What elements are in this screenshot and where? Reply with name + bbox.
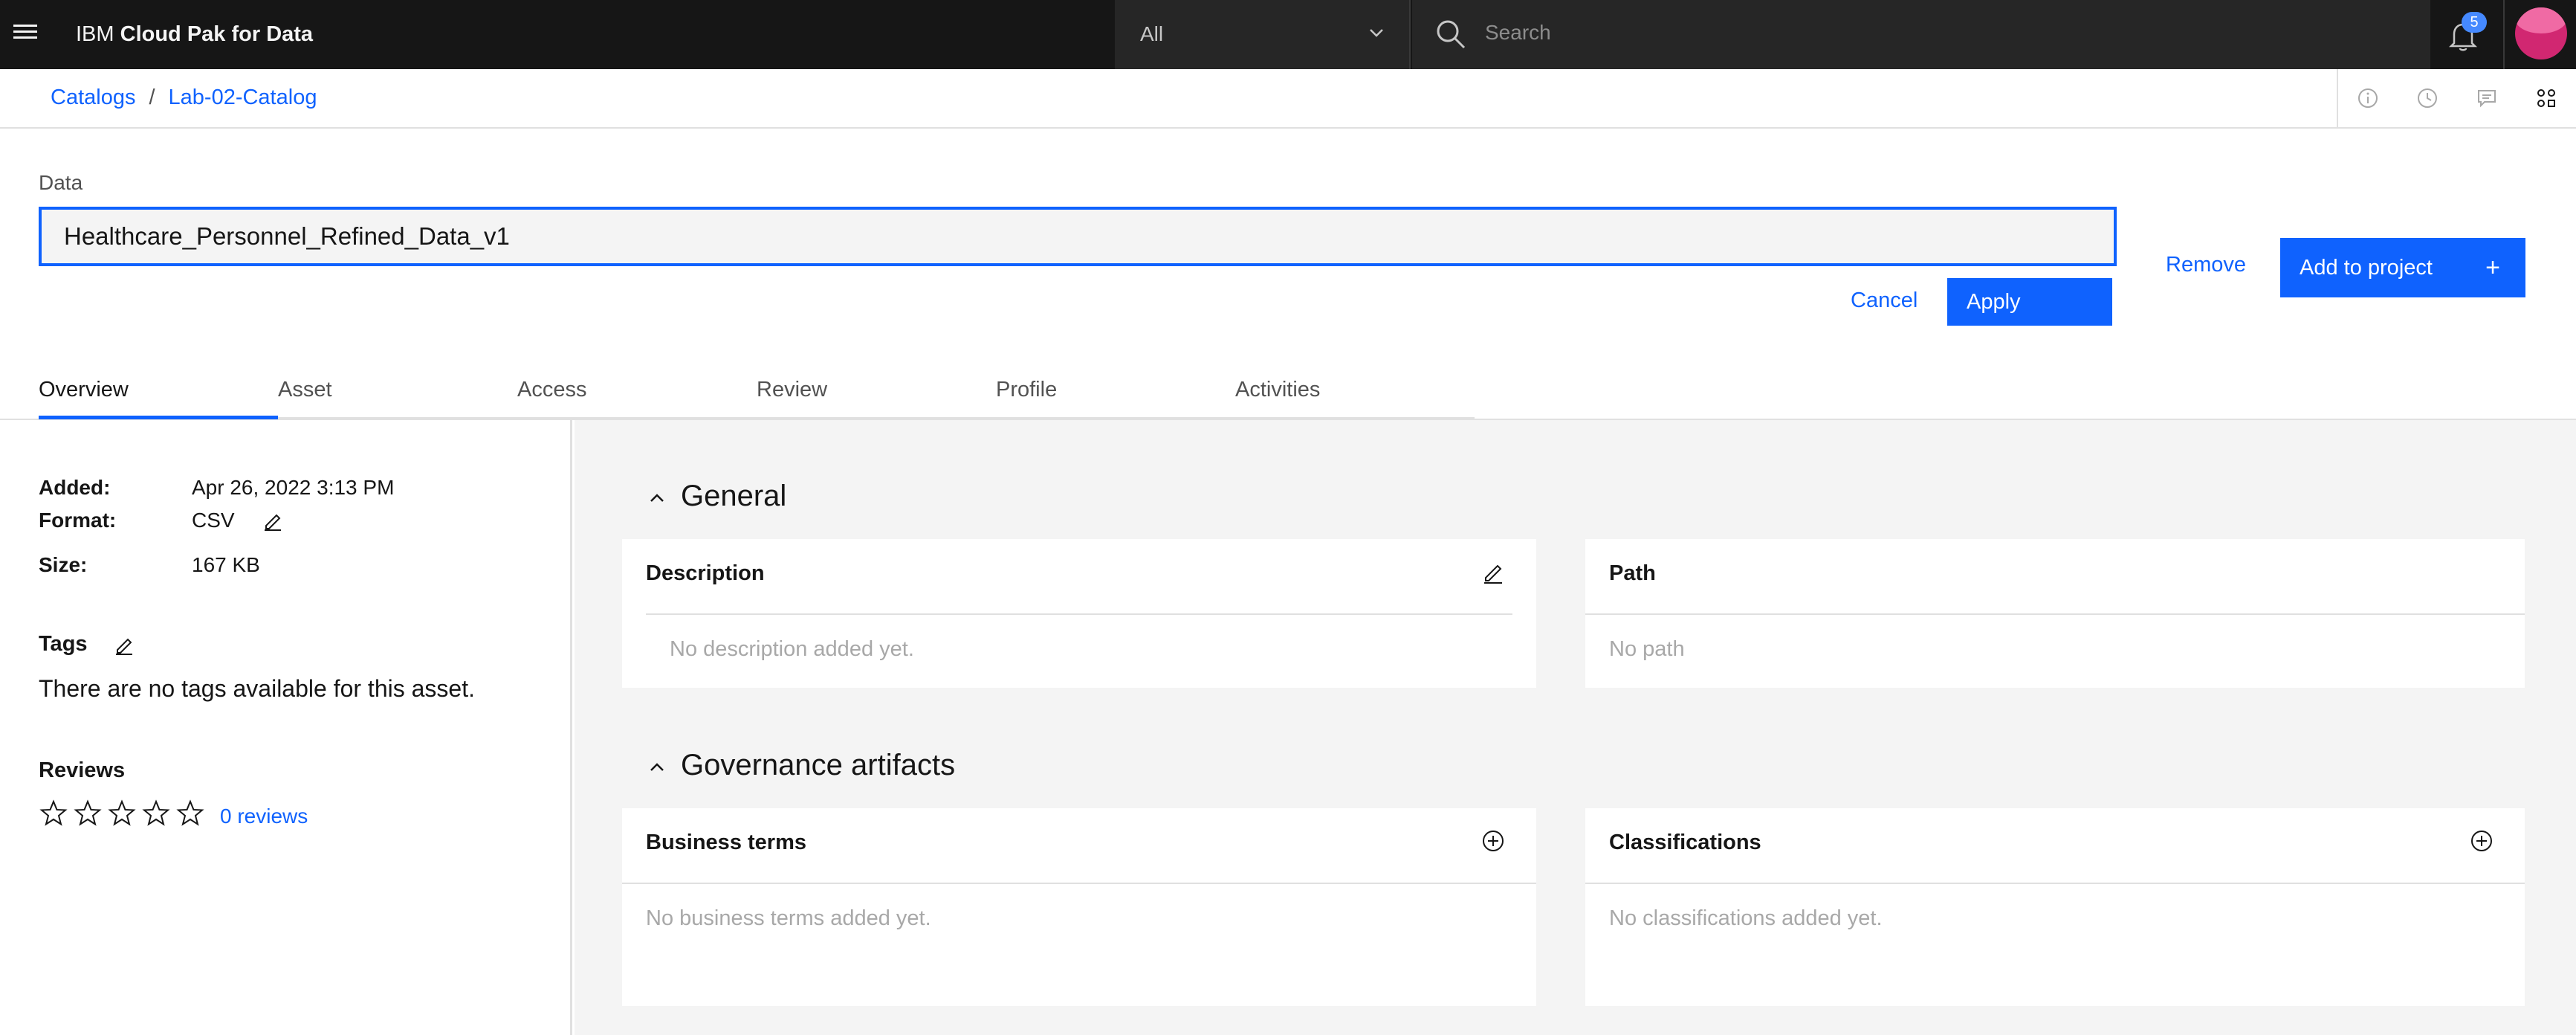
chevron-up-icon[interactable] [646,487,668,509]
history-icon [2418,88,2437,108]
card-divider [1585,883,2525,884]
edit-format-icon[interactable] [262,509,284,532]
reviews-heading: Reviews [39,758,126,782]
card-divider [622,883,1536,884]
breadcrumb-catalogs[interactable]: Catalogs [51,86,135,109]
app-brand[interactable]: IBM Cloud Pak for Data [76,19,313,49]
add-to-project-label: Add to project [2300,256,2433,280]
tab-profile[interactable]: Profile [996,372,1235,419]
reviews-link[interactable]: 0 reviews [220,805,308,828]
comments-button[interactable] [2457,69,2517,127]
info-button[interactable] [2338,69,2398,127]
classifications-card: Classifications No classifications added… [1585,808,2525,1006]
size-label: Size: [39,553,88,576]
notification-badge: 5 [2462,12,2487,33]
path-card: Path No path [1585,539,2525,688]
format-value: CSV [192,509,235,532]
add-to-project-button[interactable]: Add to project + [2280,238,2525,297]
tab-overview[interactable]: Overview [39,372,278,419]
added-label: Added: [39,476,111,499]
remove-button[interactable]: Remove [2166,253,2246,277]
card-divider [646,613,1512,615]
search-scope-value: All [1140,22,1164,45]
asset-tabs: Overview Asset Access Review Profile Act… [39,372,1475,419]
side-panel-toolbar [2337,69,2576,127]
info-icon [2358,88,2378,108]
classifications-empty-text: No classifications added yet. [1609,906,1883,930]
data-field-label: Data [39,171,83,194]
breadcrumb-bar: Catalogs / Lab-02-Catalog [0,69,2576,129]
brand-prefix: IBM [76,22,114,46]
star-icon[interactable] [107,799,137,828]
path-title: Path [1609,561,1656,585]
top-nav-bar: IBM Cloud Pak for Data All Search 5 [0,0,2576,69]
description-card: Description No description added yet. [622,539,1536,688]
search-input[interactable]: Search [1485,21,1551,45]
chevron-down-icon [1370,29,1383,37]
breadcrumb-separator: / [149,86,155,109]
general-section-title[interactable]: General [681,480,786,513]
governance-section-title[interactable]: Governance artifacts [681,749,955,782]
business-terms-empty-text: No business terms added yet. [646,906,931,930]
star-icon[interactable] [141,799,171,828]
breadcrumb-lab-02-catalog[interactable]: Lab-02-Catalog [169,86,317,109]
overview-content: General Description No description added… [575,420,2576,1035]
chevron-up-icon[interactable] [646,756,668,778]
star-icon[interactable] [73,799,103,828]
breadcrumb: Catalogs / Lab-02-Catalog [51,86,317,110]
user-avatar[interactable] [2515,7,2567,59]
plus-icon: + [2485,254,2500,282]
history-button[interactable] [2398,69,2457,127]
star-icon[interactable] [175,799,205,828]
added-value: Apr 26, 2022 3:13 PM [192,476,395,499]
business-terms-title: Business terms [646,831,806,854]
tags-empty-message: There are no tags available for this ass… [39,675,475,702]
path-empty-text: No path [1609,637,1685,661]
tab-asset[interactable]: Asset [278,372,517,419]
tab-review[interactable]: Review [757,372,996,419]
description-title: Description [646,561,765,585]
add-circle-icon[interactable] [2468,828,2495,854]
card-divider [1585,613,2525,615]
apply-button[interactable]: Apply [1947,278,2112,326]
star-rating[interactable] [39,799,210,828]
edit-tags-icon[interactable] [113,633,135,656]
chat-icon [2478,90,2496,108]
tab-activities[interactable]: Activities [1235,372,1475,419]
size-value: 167 KB [192,553,260,576]
description-empty-text: No description added yet. [670,637,914,661]
brand-name: Cloud Pak for Data [120,22,314,46]
tab-access[interactable]: Access [517,372,757,419]
cancel-button[interactable]: Cancel [1851,288,1918,313]
star-icon[interactable] [39,799,68,828]
tags-heading: Tags [39,632,88,656]
business-terms-card: Business terms No business terms added y… [622,808,1536,1006]
add-circle-icon[interactable] [1480,828,1507,854]
menu-icon[interactable] [13,21,40,48]
nav-divider [2503,0,2505,69]
format-label: Format: [39,509,117,532]
asset-name-input[interactable] [39,207,2117,266]
lineage-button[interactable] [2517,69,2576,127]
edit-description-icon[interactable] [1480,558,1507,585]
search-scope-dropdown[interactable]: All [1115,0,1411,69]
classifications-title: Classifications [1609,831,1761,854]
global-search[interactable]: Search [1412,0,2430,69]
relationships-icon [2537,89,2555,107]
search-icon [1437,20,1466,49]
